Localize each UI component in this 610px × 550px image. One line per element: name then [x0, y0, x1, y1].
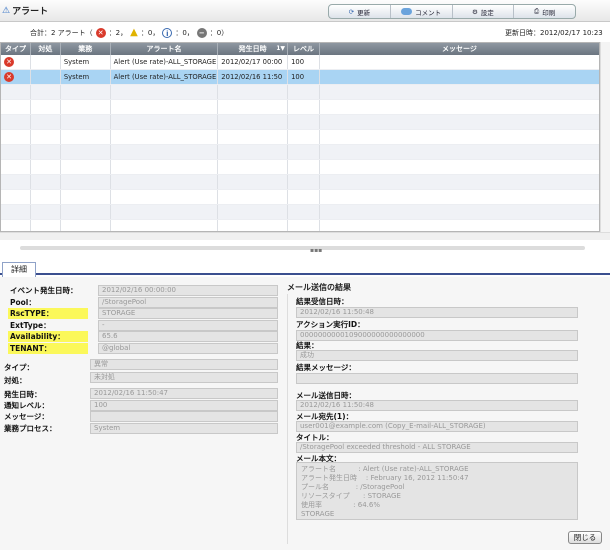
result-message-field	[296, 373, 578, 384]
subject-field: /StoragePool exceeded threshold - ALL ST…	[296, 442, 578, 453]
send-time-field: 2012/02/16 11:50:48	[296, 400, 578, 411]
col-level[interactable]: レベル	[288, 43, 320, 55]
occurred-label: 発生日時：	[4, 390, 42, 399]
empty-row	[1, 175, 599, 190]
col-alert-name[interactable]: アラート名	[111, 43, 219, 55]
message-label: メッセージ：	[4, 412, 49, 421]
occurred-field: 2012/02/16 11:50:47	[90, 388, 278, 399]
col-type[interactable]: タイプ	[1, 43, 31, 55]
print-icon: ⎙	[534, 7, 540, 15]
availability-field: 65.6	[98, 331, 278, 342]
horizontal-scrollbar[interactable]	[0, 232, 610, 240]
empty-row	[1, 160, 599, 175]
message-field	[90, 411, 278, 422]
type-label: タイプ：	[4, 363, 34, 372]
tenant-label: TENANT：	[8, 343, 88, 354]
empty-row	[1, 190, 599, 205]
mail-body-field: アラート名 : Alert (Use rate)-ALL_STORAGE アラー…	[296, 462, 578, 520]
event-time-label: イベント発生日時：	[10, 286, 78, 295]
col-message[interactable]: メッセージ	[320, 43, 599, 55]
process-field: System	[90, 423, 278, 434]
alert-icon: ⚠	[2, 5, 11, 16]
handling-label: 対処：	[4, 376, 27, 385]
exttype-label: ExtType：	[10, 321, 51, 330]
recv-time-label: 結果受信日時：	[296, 297, 349, 306]
event-time-field: 2012/02/16 00:00:00	[98, 285, 278, 296]
toolbar: ⟳ 更新 コメント ⚙ 設定 ⎙ 印刷	[328, 4, 576, 19]
col-business[interactable]: 業務	[61, 43, 111, 55]
table-row[interactable]: ✕ System Alert (Use rate)-ALL_STORAGE 20…	[1, 55, 599, 70]
settings-button[interactable]: ⚙ 設定	[453, 5, 515, 18]
process-label: 業務プロセス：	[4, 424, 57, 433]
availability-label: Availability：	[8, 331, 88, 342]
pool-field: /StoragePool	[98, 297, 278, 308]
mail-to-field: user001@example.com (Copy_E-mail-ALL_STO…	[296, 421, 578, 432]
table-header: タイプ 対処 業務 アラート名 発生日時 1▼ レベル メッセージ	[1, 43, 599, 55]
notify-level-field: 100	[90, 400, 278, 411]
rsctype-label: RscTYPE：	[8, 308, 88, 319]
tab-bar	[0, 258, 610, 275]
empty-row	[1, 145, 599, 160]
result-message-label: 結果メッセージ：	[296, 363, 356, 372]
tab-detail[interactable]: 詳細	[2, 262, 36, 277]
result-field: 成功	[296, 350, 578, 361]
alert-summary: 合計：2 アラート（ ✕ ：2， ▲ ：0， i ：0， − ：0）	[30, 27, 229, 38]
refresh-button[interactable]: ⟳ 更新	[329, 5, 391, 18]
recv-time-field: 2012/02/16 11:50:48	[296, 307, 578, 318]
refresh-icon: ⟳	[348, 7, 355, 16]
divider	[287, 294, 288, 544]
info-icon: i	[162, 27, 173, 38]
window-title: ⚠ アラート	[2, 4, 49, 18]
close-button[interactable]: 閉じる	[568, 531, 602, 544]
comment-button[interactable]: コメント	[391, 5, 453, 18]
mail-section-title: メール送信の結果	[287, 283, 351, 292]
empty-rows	[1, 85, 599, 231]
error-icon: ✕	[95, 27, 106, 38]
action-id-label: アクション実行ID：	[296, 320, 365, 329]
action-id-field: 0000000000109000000000000000	[296, 330, 578, 341]
print-button[interactable]: ⎙ 印刷	[514, 5, 575, 18]
empty-row	[1, 130, 599, 145]
vertical-scrollbar[interactable]	[600, 42, 610, 232]
handling-field: 未対処	[90, 372, 278, 383]
unknown-icon: −	[196, 27, 207, 38]
warning-icon: ▲	[130, 27, 138, 38]
empty-row	[1, 115, 599, 130]
col-time[interactable]: 発生日時 1▼	[218, 43, 289, 55]
sort-indicator: 1▼	[276, 45, 286, 52]
window-title-text: アラート	[12, 7, 49, 17]
settings-icon: ⚙	[471, 7, 478, 16]
empty-row	[1, 220, 599, 231]
empty-row	[1, 85, 599, 100]
splitter[interactable]	[20, 246, 585, 250]
comment-icon	[401, 8, 413, 15]
splitter-grip-icon[interactable]: ▪▪▪	[310, 247, 322, 254]
alert-table: タイプ 対処 業務 アラート名 発生日時 1▼ レベル メッセージ ✕ Syste…	[0, 42, 600, 232]
pool-label: Pool：	[10, 298, 36, 307]
table-row-selected[interactable]: ✕ System Alert (Use rate)-ALL_STORAGE 20…	[1, 70, 599, 85]
type-field: 異常	[90, 359, 278, 370]
empty-row	[1, 100, 599, 115]
tenant-field: @global	[98, 343, 278, 354]
updated-time: 更新日時：2012/02/17 10:23	[505, 29, 603, 37]
error-icon: ✕	[4, 57, 14, 67]
error-icon: ✕	[4, 72, 14, 82]
col-handling[interactable]: 対処	[31, 43, 61, 55]
rsctype-field: STORAGE	[98, 308, 278, 319]
notify-level-label: 通知レベル：	[4, 401, 49, 410]
exttype-field: -	[98, 320, 278, 331]
empty-row	[1, 205, 599, 220]
